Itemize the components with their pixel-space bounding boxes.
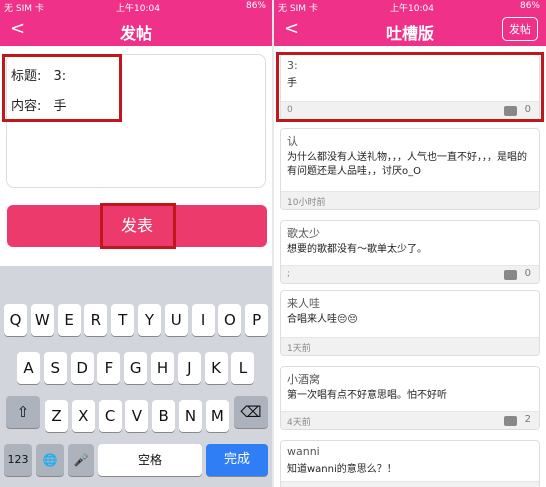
delete-key[interactable]: ⌫ [234,396,268,428]
key-f[interactable]: F [97,352,121,384]
globe-key[interactable]: 🌐 [36,444,64,476]
done-key[interactable]: 完成 [206,444,268,476]
key-s[interactable]: S [43,352,67,384]
post-body: 为什么都没有人送礼物，，，人气也一直不好，，，是唱的有问题还是人品哇，，讨厌o_… [287,152,527,177]
numbers-key[interactable]: 123 [4,444,32,476]
mic-key[interactable]: 🎤 [68,444,94,476]
status-bar: 无 SIM 卡 上午10:04 86% [274,0,546,14]
carrier-text: 无 SIM 卡 [278,4,318,14]
shift-key[interactable]: ⇧ [6,396,40,428]
post-body: 第一次唱有点不好意思唱。怕不好听 [287,390,447,401]
key-d[interactable]: D [70,352,94,384]
post-footer: 10小时前 [281,191,539,209]
comment-count: 0 [524,268,531,279]
key-e[interactable]: E [57,304,81,336]
post-body: 合唱来人哇😔😔 [287,314,358,325]
key-z[interactable]: Z [45,400,68,432]
key-j[interactable]: J [177,352,201,384]
post-card[interactable]: 小酒窝第一次唱有点不好意思唱。怕不好听 4天前 2 [280,366,540,430]
clock-text: 上午10:04 [116,4,160,14]
key-y[interactable]: Y [138,304,161,336]
highlight-box [276,52,544,122]
carrier-text: 无 SIM 卡 [4,4,44,14]
key-o[interactable]: O [218,304,242,336]
key-b[interactable]: B [152,400,176,432]
key-c[interactable]: C [98,400,122,432]
post-time: 4天前 [287,418,311,428]
key-q[interactable]: Q [4,304,27,336]
key-t[interactable]: T [111,304,135,336]
compose-screen: 无 SIM 卡 上午10:04 86% < 发帖 标题: 3: 内容: 手 发表… [0,0,272,487]
key-x[interactable]: X [71,400,95,432]
key-i[interactable]: I [191,304,215,336]
post-body: 知道wanni的意思么？！ [287,464,397,475]
board-screen: 无 SIM 卡 上午10:04 86% < 吐槽版 发帖 3: 手 0 0 认为什么都没… [274,0,546,487]
page-title: 发帖 [119,24,152,43]
post-footer: 1天前 [281,337,539,355]
post-author: 认 [287,135,298,148]
key-u[interactable]: U [164,304,188,336]
nav-bar: < 吐槽版 发帖 [274,14,546,46]
post-author: 来人哇 [287,297,320,310]
key-a[interactable]: A [17,352,40,384]
post-footer: 4天前 2 [281,411,539,429]
battery-text: 86% [245,1,266,11]
key-l[interactable]: L [231,352,255,384]
post-card[interactable]: 认为什么都没有人送礼物，，，人气也一直不好，，，是唱的有问题还是人品哇，，讨厌o… [280,128,540,210]
key-r[interactable]: R [84,304,108,336]
key-p[interactable]: P [245,304,269,336]
post-time: 1天前 [287,344,311,354]
keyboard: QWERTYUIOP ASDFGHJKL ZXCVBNM ⇧ ⌫ 123 🌐 🎤… [0,266,272,487]
key-h[interactable]: H [151,352,174,384]
battery-text: 86% [519,1,540,11]
post-body: 想要的歌都没有～歌单太少了。 [287,244,427,255]
highlight-box [2,54,122,122]
post-card[interactable]: 来人哇合唱来人哇😔😔 1天前 [280,290,540,356]
post-author: 歌太少 [287,227,320,240]
post-footer [281,481,539,487]
comment-icon[interactable] [504,270,517,280]
key-v[interactable]: V [125,400,149,432]
comment-icon[interactable] [504,416,517,426]
post-author: 小酒窝 [287,373,320,386]
post-time: 10小时前 [287,198,326,208]
post-footer: ; 0 [281,265,539,283]
new-post-button[interactable]: 发帖 [502,17,538,41]
key-n[interactable]: N [179,400,202,432]
status-bar: 无 SIM 卡 上午10:04 86% [0,0,272,14]
clock-text: 上午10:04 [390,4,434,14]
comment-count: 2 [524,414,531,425]
key-k[interactable]: K [204,352,228,384]
space-key[interactable]: 空格 [98,444,202,476]
highlight-box [100,203,176,249]
post-author: wanni [287,445,320,458]
nav-bar: < 发帖 [0,14,272,46]
key-m[interactable]: M [205,400,229,432]
post-card[interactable]: 歌太少 想要的歌都没有～歌单太少了。; 0 [280,220,540,284]
key-g[interactable]: G [124,352,148,384]
key-w[interactable]: W [30,304,54,336]
post-time: ; [287,269,291,279]
post-card[interactable]: wanni 知道wanni的意思么？！ [280,440,540,487]
